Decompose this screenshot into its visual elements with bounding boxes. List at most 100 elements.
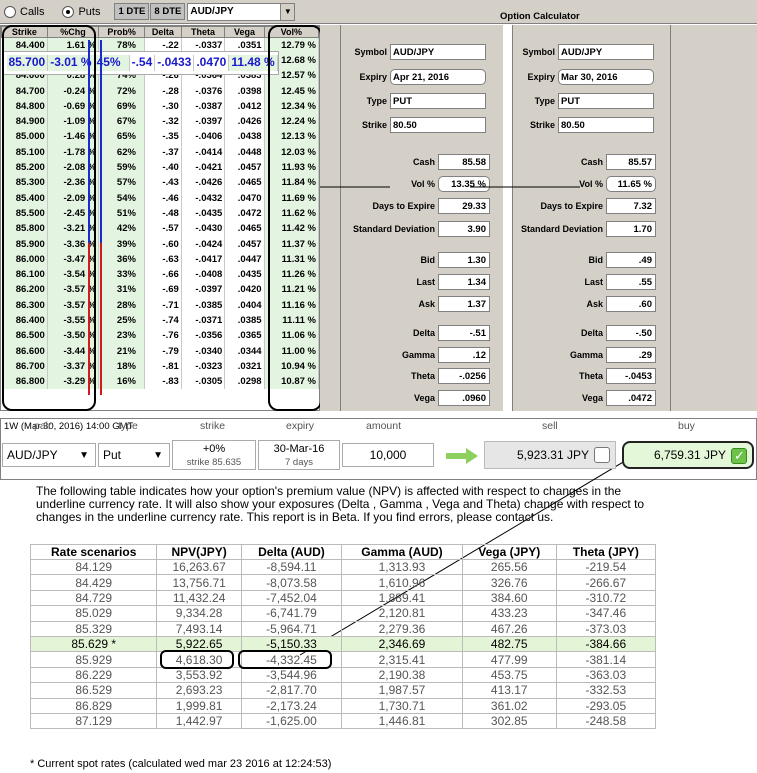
strike-input[interactable]: 80.50 (390, 117, 486, 133)
grid-cell: 54% (98, 190, 145, 206)
grid-cell: -.81 (144, 358, 182, 375)
tab-1dte[interactable]: 1 DTE (114, 3, 150, 20)
tab-8dte[interactable]: 8 DTE (150, 3, 186, 20)
grid-cell: 36% (98, 251, 145, 267)
ask-field-row: Ask .60 (513, 296, 656, 312)
grid-cell: -.83 (144, 374, 182, 390)
grid-cell: -.46 (144, 190, 182, 206)
grid-cell: -.0432 (181, 190, 226, 206)
type-field-row: Type PUT (513, 93, 654, 109)
type-select[interactable]: Put ▼ (98, 443, 170, 467)
strike-input[interactable]: 80.50 (558, 117, 654, 133)
type-label: Type (366, 96, 387, 106)
grid-cell: -.0376 (181, 83, 226, 99)
grid-cell: -.71 (144, 297, 182, 313)
table-header: Rate scenarios (29, 544, 158, 560)
table-row: 85.929 4,618.30 -4,332.45 2,315.41 477.99 -38… (29, 651, 657, 668)
header-pair: pair (34, 420, 52, 432)
sell-checkbox[interactable] (594, 447, 610, 463)
bid-value: 1.30 (438, 252, 490, 268)
grid-cell: .0404 (224, 297, 265, 313)
table-cell: 1,610.96 (341, 574, 463, 591)
grid-cell: .0448 (224, 144, 265, 160)
vega-label: Vega (413, 393, 435, 403)
buy-button[interactable]: 6,759.31 JPY (622, 441, 754, 469)
table-cell: -347.46 (555, 605, 657, 622)
grid-cell: .0385 (224, 312, 265, 329)
grid-header[interactable]: Theta (180, 26, 226, 38)
grid-cell: -.0387 (181, 98, 226, 114)
grid-cell: -.48 (144, 205, 182, 222)
ask-label: Ask (586, 299, 603, 309)
last-field-row: Last .55 (513, 274, 656, 290)
gamma-label: Gamma (401, 350, 435, 360)
grid-cell: -.37 (144, 144, 182, 160)
grid-cell: -.0371 (181, 312, 226, 329)
sell-button[interactable]: 5,923.31 JPY (484, 441, 616, 469)
type-input[interactable]: PUT (390, 93, 486, 109)
grid-cell: -.54 (129, 55, 156, 71)
grid-cell: -.69 (144, 282, 182, 298)
strike-field-row: Strike 80.50 (513, 117, 654, 133)
strike-label: Strike (529, 120, 555, 130)
table-row: 86.529 2,693.23 -2,817.70 1,987.57 413.17 -33… (29, 682, 657, 699)
grid-cell: -.0305 (181, 374, 226, 390)
table-cell: -384.66 (555, 635, 657, 653)
theta-value: -.0256 (438, 368, 490, 384)
grid-cell: 18% (98, 358, 145, 375)
vol-label: Vol % (411, 179, 435, 189)
table-header: Vega (JPY) (461, 544, 557, 560)
table-cell: -332.53 (555, 682, 657, 699)
grid-cell: 69% (98, 98, 145, 114)
grid-cell: -.0426 (181, 175, 226, 191)
pair-select[interactable]: AUD/JPY ▼ (2, 443, 96, 467)
table-cell: -3,544.96 (240, 666, 343, 684)
gamma-field-row: Gamma .12 (341, 347, 490, 363)
dte-field-row: Days to Expire 7.32 (513, 198, 656, 214)
table-row: 84.429 13,756.71 -8,073.58 1,610.96 326.76 -2… (29, 574, 657, 591)
table-cell: 86.229 (29, 666, 158, 684)
symbol-input[interactable]: AUD/JPY (558, 44, 654, 60)
grid-header[interactable]: Prob% (98, 26, 145, 38)
gamma-value: .12 (438, 347, 490, 363)
caret-down-icon: ▼ (79, 449, 89, 461)
buy-checkbox[interactable] (731, 448, 747, 464)
calc-title: Option Calculator (500, 11, 580, 22)
calls-radio[interactable]: Calls (4, 5, 44, 18)
grid-header[interactable]: Delta (143, 26, 182, 38)
vega-field-row: Vega .0960 (341, 390, 490, 406)
amount-field[interactable]: 10,000 (342, 443, 434, 467)
grid-cell: -.60 (144, 236, 182, 252)
table-cell: 85.929 (29, 651, 158, 668)
ask-value: .60 (606, 296, 656, 312)
theta-label: Theta (410, 371, 435, 381)
puts-radio[interactable]: Puts (62, 5, 100, 18)
footnote: * Current spot rates (calculated wed mar… (30, 758, 332, 770)
symbol-input[interactable]: AUD/JPY (390, 44, 486, 60)
type-input[interactable]: PUT (558, 93, 654, 109)
grid-cell: 16% (98, 374, 145, 390)
grid-cell: -.0424 (181, 236, 226, 252)
grid-cell: -.0323 (181, 358, 226, 375)
symbol-field-row: Symbol AUD/JPY (513, 44, 654, 60)
strike-field[interactable]: +0% strike 85.635 (172, 440, 256, 470)
expiry-input[interactable]: Mar 30, 2016 (558, 69, 654, 85)
expiry-input[interactable]: Apr 21, 2016 (390, 69, 486, 85)
expiry-field-row: Expiry Mar 30, 2016 (513, 69, 654, 85)
grid-cell: .0344 (224, 343, 265, 359)
strike-col-outline (2, 25, 96, 411)
grid-cell: .0426 (224, 113, 265, 130)
table-cell: -2,817.70 (240, 682, 343, 699)
strike-pct: +0% (202, 443, 226, 455)
pair-dropdown[interactable]: AUD/JPY ▼ (187, 2, 296, 21)
calls-radio-button[interactable] (4, 5, 16, 18)
grid-header[interactable]: Vega (224, 26, 265, 38)
dte-label: Days to Expire (540, 201, 603, 211)
table-cell: 87.129 (29, 712, 158, 730)
table-row: 85.029 9,334.28 -6,741.79 2,120.81 433.23 -34… (29, 605, 657, 622)
cash-field-row: Cash 85.58 (341, 154, 490, 170)
table-cell: 84.729 (29, 589, 158, 607)
puts-radio-button[interactable] (62, 5, 75, 18)
expiry-field[interactable]: 30-Mar-16 7 days (258, 440, 340, 470)
chevron-down-icon[interactable]: ▼ (280, 3, 295, 20)
